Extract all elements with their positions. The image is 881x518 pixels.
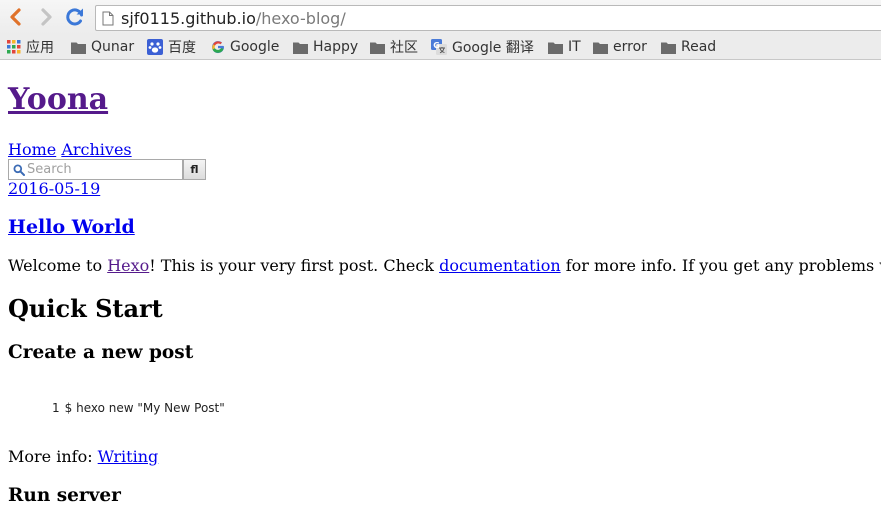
bookmark-it[interactable]: IT <box>548 37 581 57</box>
bookmark-community[interactable]: 社区 <box>370 37 418 57</box>
bookmark-label: Happy <box>313 39 359 55</box>
url-host: sjf0115.github.io <box>121 9 256 28</box>
code-line-number: 1 <box>52 401 60 415</box>
bookmark-read[interactable]: Read <box>661 37 716 57</box>
heading-create-post: Create a new post <box>8 342 194 363</box>
hexo-link[interactable]: Hexo <box>107 256 149 275</box>
forward-arrow-icon <box>41 8 52 26</box>
page-content: Yoona Home Archives fl 2016-05-19 Hello … <box>0 61 881 518</box>
folder-icon <box>293 42 308 54</box>
heading-quick-start: Quick Start <box>8 294 163 323</box>
url-path: /hexo-blog/ <box>255 9 346 28</box>
folder-icon <box>71 42 86 54</box>
bookmark-label: IT <box>568 39 581 55</box>
site-title-link[interactable]: Yoona <box>8 82 108 117</box>
post-date-link[interactable]: 2016-05-19 <box>8 179 100 198</box>
nav-archives-link[interactable]: Archives <box>61 140 131 159</box>
bookmark-google[interactable]: Google <box>211 37 279 57</box>
address-bar[interactable]: sjf0115.github.io/hexo-blog/ <box>95 5 881 31</box>
search-icon <box>13 164 25 176</box>
bookmark-label: Read <box>681 39 717 55</box>
baidu-paw-icon <box>147 39 163 55</box>
post-date: 2016-05-19 <box>8 179 100 198</box>
bookmark-label: error <box>613 39 647 55</box>
intro-text: for more info. If you get any problems w… <box>565 256 881 275</box>
bookmark-error[interactable]: error <box>593 37 647 57</box>
back-arrow-icon <box>10 8 21 26</box>
intro-text: Welcome to <box>8 256 108 275</box>
search-form: fl <box>8 159 208 181</box>
search-field[interactable] <box>8 159 183 180</box>
reload-icon <box>66 8 83 26</box>
bookmark-label: Google 翻译 <box>452 40 534 56</box>
bookmark-qunar[interactable]: Qunar <box>71 37 134 57</box>
url-text: sjf0115.github.io/hexo-blog/ <box>121 9 346 28</box>
nav-home-link[interactable]: Home <box>8 140 56 159</box>
google-translate-icon: G <box>431 39 447 55</box>
bookmark-google-translate[interactable]: G Google 翻译 <box>431 37 534 57</box>
intro-text: ! This is your very first post. Check <box>149 256 440 275</box>
bookmark-label: 社区 <box>390 40 418 56</box>
more-info-label: More info: <box>8 447 98 466</box>
post-title: Hello World <box>8 216 135 238</box>
bookmark-label: Qunar <box>91 39 135 55</box>
writing-link[interactable]: Writing <box>98 447 159 466</box>
bookmark-label: Google <box>230 39 280 55</box>
post-title-link[interactable]: Hello World <box>8 216 135 238</box>
code-text: $ hexo new "My New Post" <box>64 401 225 415</box>
documentation-link[interactable]: documentation <box>439 256 561 275</box>
folder-icon <box>370 42 385 54</box>
folder-icon <box>661 42 676 54</box>
heading-run-server: Run server <box>8 485 121 506</box>
google-g-icon <box>212 41 225 54</box>
back-button[interactable] <box>5 6 27 28</box>
page-icon <box>102 11 114 26</box>
main-nav: Home Archives <box>8 140 132 159</box>
bookmark-label: 应用 <box>26 40 54 56</box>
svg-text:G: G <box>433 41 440 50</box>
bookmarks-bar: 应用 Qunar 百度 Google Happy 社区 G Google 翻译 … <box>0 35 881 60</box>
browser-toolbar: sjf0115.github.io/hexo-blog/ <box>0 0 881 35</box>
search-submit-button[interactable]: fl <box>183 159 206 180</box>
post-intro: Welcome to Hexo! This is your very first… <box>8 256 881 275</box>
bookmark-baidu[interactable]: 百度 <box>147 37 196 57</box>
site-title: Yoona <box>8 82 108 117</box>
code-block: 1 $ hexo new "My New Post" <box>52 401 225 415</box>
folder-icon <box>548 42 563 54</box>
more-info: More info: Writing <box>8 447 158 466</box>
bookmark-happy[interactable]: Happy <box>293 37 358 57</box>
forward-button[interactable] <box>35 6 57 28</box>
reload-button[interactable] <box>64 6 86 28</box>
bookmark-apps[interactable]: 应用 <box>7 37 54 57</box>
apps-grid-icon <box>7 40 21 54</box>
bookmark-label: 百度 <box>168 40 196 56</box>
folder-icon <box>593 42 608 54</box>
search-input[interactable] <box>27 161 177 178</box>
